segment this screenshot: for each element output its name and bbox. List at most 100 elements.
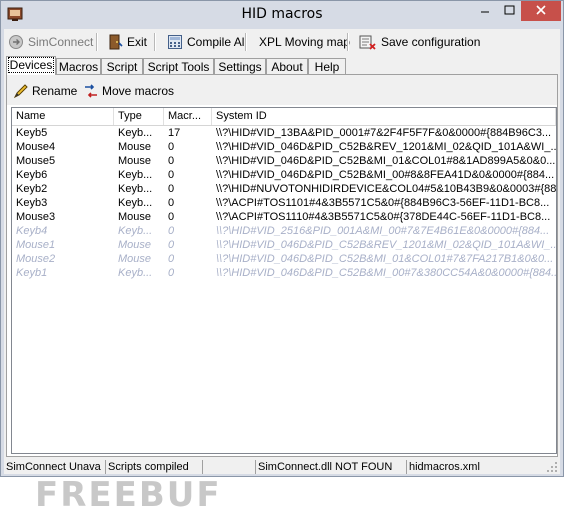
status-bar: SimConnect Unava Scripts compiled SimCon… xyxy=(4,459,560,474)
exit-label: Exit xyxy=(127,35,148,49)
tab-help[interactable]: Help xyxy=(308,58,346,74)
device-name-cell: Mouse4 xyxy=(16,141,56,153)
maximize-icon xyxy=(504,5,515,15)
compile-all-label: Compile All xyxy=(187,35,248,49)
maximize-button[interactable] xyxy=(497,1,521,21)
table-row[interactable]: Keyb1 Keyb... 0 \\?\HID#VID_046D&PID_C52B&M… xyxy=(12,266,556,280)
calculator-icon xyxy=(168,35,182,49)
devices-toolbar: Rename Move macros xyxy=(7,75,557,105)
device-type-cell: Mouse xyxy=(118,239,152,251)
tab-script[interactable]: Script xyxy=(101,58,143,74)
toolbar: SimConnect Exit Compile All XPL Moving m… xyxy=(4,29,560,55)
device-macro-count-cell: 0 xyxy=(168,253,175,265)
toolbar-separator xyxy=(154,33,156,51)
column-header-macros[interactable]: Macr... xyxy=(164,108,212,125)
tab-strip: Devices Macros Script Script Tools Setti… xyxy=(6,56,558,75)
tab-devices-label: Devices xyxy=(7,57,55,73)
device-system-id-cell: \\?\HID#NUVOTONHIDIRDEVICE&COL04#5&10B43… xyxy=(216,183,556,195)
device-system-id-cell: \\?\HID#VID_046D&PID_C52B&MI_00#8&8FEA41… xyxy=(216,169,555,181)
tab-script-tools[interactable]: Script Tools xyxy=(143,58,214,74)
device-macro-count-cell: 0 xyxy=(168,141,175,153)
devices-list[interactable]: Name Type Macr... System ID Keyb5 Keyb...… xyxy=(11,107,557,454)
rename-button[interactable]: Rename xyxy=(13,82,77,100)
device-type-cell: Keyb... xyxy=(118,267,153,279)
column-header-name[interactable]: Name xyxy=(12,108,114,125)
device-name-cell: Keyb6 xyxy=(16,169,48,181)
main-content: SimConnect Exit Compile All XPL Moving m… xyxy=(4,29,560,515)
device-name-cell: Keyb2 xyxy=(16,183,48,195)
device-system-id-cell: \\?\HID#VID_046D&PID_C52B&MI_01&COL01#7&… xyxy=(216,253,554,265)
table-row[interactable]: Keyb6 Keyb... 0 \\?\HID#VID_046D&PID_C52B&M… xyxy=(12,168,556,182)
status-simconnect: SimConnect Unava xyxy=(4,460,106,474)
list-header: Name Type Macr... System ID xyxy=(12,108,556,126)
close-button[interactable] xyxy=(521,1,561,21)
toolbar-separator xyxy=(245,33,247,51)
device-type-cell: Keyb... xyxy=(118,127,153,139)
device-type-cell: Mouse xyxy=(118,155,152,167)
table-row[interactable]: Keyb5 Keyb... 17 \\?\HID#VID_13BA&PID_0001#… xyxy=(12,126,556,140)
pencil-icon xyxy=(13,84,28,99)
tab-settings[interactable]: Settings xyxy=(214,58,266,74)
device-macro-count-cell: 0 xyxy=(168,211,175,223)
tab-devices[interactable]: Devices xyxy=(6,56,56,75)
table-row[interactable]: Mouse1 Mouse 0 \\?\HID#VID_046D&PID_C52B&RE… xyxy=(12,238,556,252)
toolbar-separator xyxy=(347,33,349,51)
tab-about[interactable]: About xyxy=(266,58,308,74)
device-type-cell: Keyb... xyxy=(118,197,153,209)
save-configuration-button[interactable]: Save configuration xyxy=(359,32,480,52)
table-row[interactable]: Mouse5 Mouse 0 \\?\HID#VID_046D&PID_C52B&MI… xyxy=(12,154,556,168)
table-row[interactable]: Keyb3 Keyb... 0 \\?\ACPI#TOS1101#4&3B5571C5… xyxy=(12,196,556,210)
status-config-file: hidmacros.xml xyxy=(409,461,480,473)
watermark: FREEBUF xyxy=(35,475,222,515)
xpl-moving-map-label: XPL Moving map xyxy=(259,35,350,49)
app-window: HID macros SimConnect Exit Compile All X… xyxy=(0,0,564,515)
device-system-id-cell: \\?\HID#VID_13BA&PID_0001#7&2F4F5F7F&0&0… xyxy=(216,127,552,139)
device-type-cell: Keyb... xyxy=(118,225,153,237)
status-scripts: Scripts compiled xyxy=(106,460,203,474)
tab-macros[interactable]: Macros xyxy=(56,58,101,74)
xpl-moving-map-button[interactable]: XPL Moving map xyxy=(259,32,350,52)
table-row[interactable]: Keyb4 Keyb... 0 \\?\HID#VID_2516&PID_001A&M… xyxy=(12,224,556,238)
device-name-cell: Keyb4 xyxy=(16,225,48,237)
table-row[interactable]: Mouse2 Mouse 0 \\?\HID#VID_046D&PID_C52B&MI… xyxy=(12,252,556,266)
device-macro-count-cell: 0 xyxy=(168,267,175,279)
device-type-cell: Mouse xyxy=(118,211,152,223)
device-name-cell: Mouse5 xyxy=(16,155,56,167)
resize-grip-icon[interactable] xyxy=(546,461,558,473)
column-header-system-id[interactable]: System ID xyxy=(212,108,556,125)
title-bar[interactable]: HID macros xyxy=(1,1,563,29)
compile-all-button[interactable]: Compile All xyxy=(167,32,247,52)
exit-door-icon xyxy=(109,34,123,50)
device-name-cell: Mouse1 xyxy=(16,239,56,251)
device-system-id-cell: \\?\ACPI#TOS1101#4&3B5571C5&0#{884B96C3-… xyxy=(216,197,550,209)
tab-script-tools-label: Script Tools xyxy=(147,60,210,74)
table-row[interactable]: Mouse3 Mouse 0 \\?\ACPI#TOS1110#4&3B5571C5&… xyxy=(12,210,556,224)
device-rows: Keyb5 Keyb... 17 \\?\HID#VID_13BA&PID_0001#… xyxy=(12,126,556,280)
table-row[interactable]: Mouse4 Mouse 0 \\?\HID#VID_046D&PID_C52B&RE… xyxy=(12,140,556,154)
device-macro-count-cell: 0 xyxy=(168,169,175,181)
device-system-id-cell: \\?\HID#VID_046D&PID_C52B&REV_1201&MI_02… xyxy=(216,239,556,251)
device-name-cell: Keyb3 xyxy=(16,197,48,209)
device-name-cell: Keyb5 xyxy=(16,127,48,139)
column-header-type[interactable]: Type xyxy=(114,108,164,125)
close-icon xyxy=(536,5,546,15)
minimize-icon xyxy=(481,11,489,13)
minimize-button[interactable] xyxy=(473,1,497,21)
tab-script-label: Script xyxy=(106,60,138,74)
status-dll: SimConnect.dll NOT FOUN xyxy=(256,460,407,474)
rename-label: Rename xyxy=(32,84,78,98)
tab-help-label: Help xyxy=(314,60,340,74)
device-system-id-cell: \\?\HID#VID_046D&PID_C52B&MI_00#7&380CC5… xyxy=(216,267,556,279)
move-macros-label: Move macros xyxy=(102,84,175,98)
device-system-id-cell: \\?\HID#VID_046D&PID_C52B&REV_1201&MI_02… xyxy=(216,141,556,153)
device-name-cell: Keyb1 xyxy=(16,267,48,279)
exit-button[interactable]: Exit xyxy=(107,32,147,52)
toolbar-separator xyxy=(96,33,98,51)
simconnect-button[interactable]: SimConnect xyxy=(8,32,93,52)
simconnect-icon xyxy=(9,35,23,49)
move-macros-button[interactable]: Move macros xyxy=(83,82,174,100)
tab-about-label: About xyxy=(271,60,303,74)
device-type-cell: Mouse xyxy=(118,253,152,265)
move-arrows-icon xyxy=(85,84,97,98)
table-row[interactable]: Keyb2 Keyb... 0 \\?\HID#NUVOTONHIDIRDEVICE&… xyxy=(12,182,556,196)
